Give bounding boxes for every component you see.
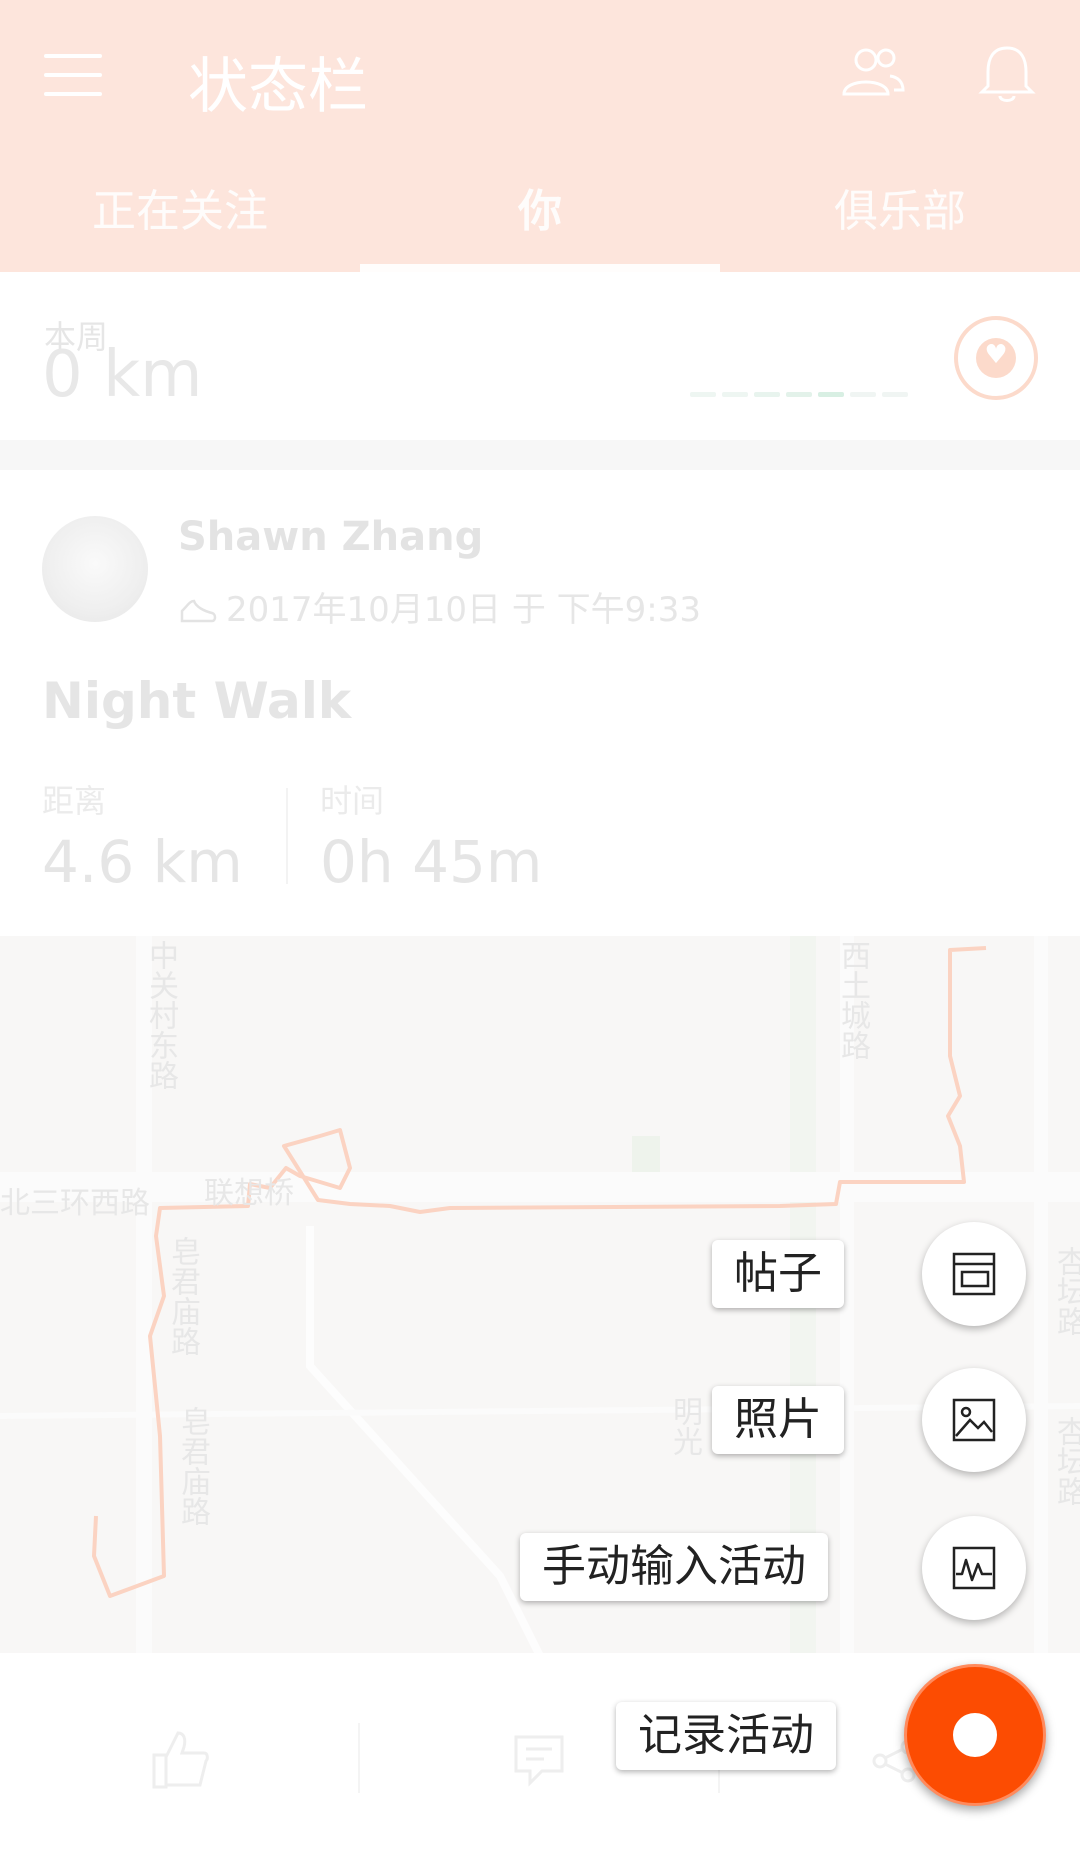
map-label: 皂君庙路 [175,1406,210,1526]
stat-value-time: 0h 45m [320,828,543,896]
map-label: 西土城路 [835,940,870,1060]
record-activity-button[interactable] [904,1664,1046,1806]
section-divider [0,440,1080,470]
fab-label-photo[interactable]: 照片 [712,1386,844,1454]
activity-datetime: 2017年10月10日 于 下午9:33 [226,590,702,630]
fab-label-record[interactable]: 记录活动 [616,1702,836,1770]
post-icon [952,1252,996,1296]
map-label: 联想桥 [204,1176,294,1211]
fab-label-post[interactable]: 帖子 [712,1240,844,1308]
post-button[interactable] [922,1222,1026,1326]
map-label: 皂君庙路 [165,1236,200,1356]
shield-heart-icon[interactable] [954,316,1038,400]
page-title: 状态栏 [188,52,368,122]
stat-label-time: 时间 [320,782,385,820]
app-header: 状态栏 正在关注 你 俱乐部 [0,0,1080,272]
stat-label-distance: 距离 [42,782,107,820]
feed-tabs: 正在关注 你 俱乐部 [0,170,1080,272]
activity-meta: 2017年10月10日 于 下午9:33 [178,582,701,631]
weekly-summary[interactable]: 本周 0 km [0,272,1080,440]
athlete-name[interactable]: Shawn Zhang [178,514,483,560]
top-app-bar: 状态栏 [0,0,1080,150]
week-distance: 0 km [42,338,203,412]
manual-activity-icon [952,1546,996,1590]
record-icon [953,1713,997,1757]
map-label: 杏坛路 [1051,1416,1080,1506]
photo-icon [952,1398,996,1442]
menu-icon[interactable] [44,52,104,98]
activity-card[interactable]: Shawn Zhang 2017年10月10日 于 下午9:33 Night W… [0,470,1080,1656]
stat-value-distance: 4.6 km [42,828,243,896]
activity-title[interactable]: Night Walk [42,672,351,730]
people-icon[interactable] [840,46,906,98]
comment-icon[interactable] [512,1733,566,1787]
tab-you[interactable]: 你 [360,170,720,272]
map-label: 明光 [667,1396,702,1456]
stat-divider [286,788,288,884]
tab-following[interactable]: 正在关注 [0,170,360,272]
shoe-icon [180,599,217,622]
photo-button[interactable] [922,1368,1026,1472]
kudos-icon[interactable] [150,1727,210,1791]
avatar[interactable] [42,516,148,622]
map-label: 杏坛路 [1051,1246,1080,1336]
map-label: 北三环西路 [0,1186,150,1221]
bell-icon[interactable] [978,44,1036,106]
action-divider [358,1723,360,1793]
map-label: 中关村东路 [143,940,178,1090]
tab-clubs[interactable]: 俱乐部 [720,170,1080,272]
manual-activity-button[interactable] [922,1516,1026,1620]
fab-label-manual[interactable]: 手动输入活动 [520,1533,828,1601]
